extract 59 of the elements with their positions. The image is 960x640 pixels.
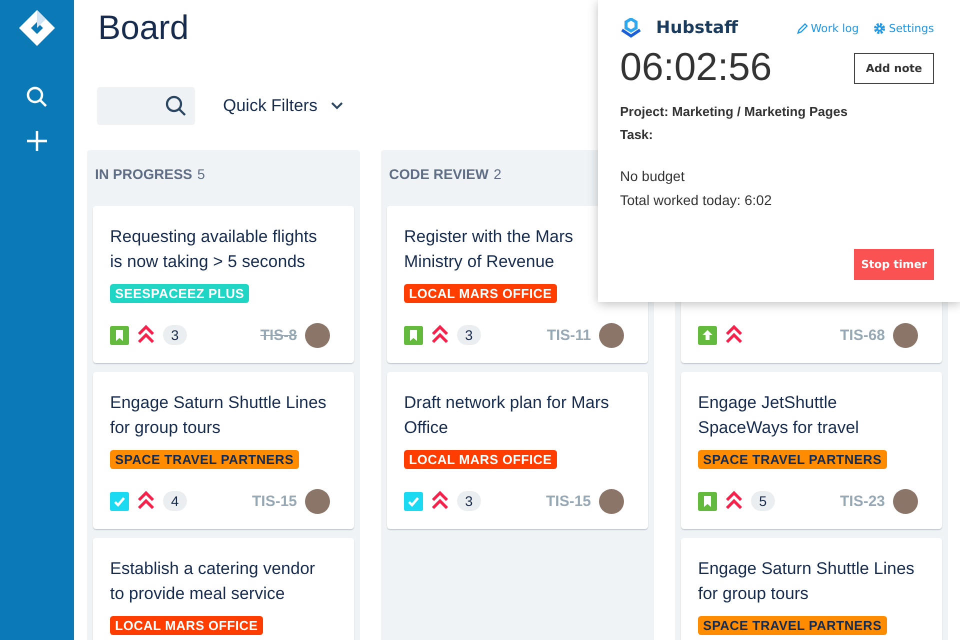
comment-count: 5 (751, 491, 775, 511)
issue-card[interactable]: Engage Saturn Shuttle Lines for group tours SPACE TRAVEL PARTNERS (681, 538, 942, 640)
priority-icon (431, 491, 449, 511)
comment-count: 3 (163, 325, 187, 345)
priority-icon (137, 491, 155, 511)
chevron-down-icon (331, 102, 344, 110)
card-label: SPACE TRAVEL PARTNERS (110, 450, 299, 469)
column-count: 5 (197, 166, 206, 182)
column-title: CODE REVIEW (389, 166, 489, 182)
diamond-logo-icon[interactable] (17, 8, 57, 48)
search-icon (165, 95, 187, 117)
card-label: SPACE TRAVEL PARTNERS (698, 616, 887, 635)
priority-icon (137, 325, 155, 345)
timer-display: 06:02:56 (620, 46, 772, 90)
search-icon[interactable] (26, 86, 48, 108)
issue-card[interactable]: Establish a catering vendor to provide meal service LOCAL MARS OFFICE (93, 538, 354, 640)
priority-icon (725, 325, 743, 345)
card-label: SPACE TRAVEL PARTNERS (698, 450, 887, 469)
budget-text: No budget (620, 168, 686, 184)
card-label: SEESPACEEZ PLUS (110, 284, 250, 303)
column-title: IN PROGRESS (95, 166, 192, 182)
settings-icon (872, 22, 886, 34)
add-note-button[interactable]: Add note (854, 52, 934, 84)
page-title: Board (98, 10, 189, 46)
avatar (305, 322, 330, 348)
card-title: Engage Saturn Shuttle Lines for group tours (110, 392, 328, 439)
project-text: Project: Marketing / Marketing Pages (620, 104, 849, 119)
card-title: Establish a catering vendor to provide meal service (110, 558, 316, 605)
card-label: LOCAL MARS OFFICE (404, 450, 557, 469)
quick-filters-dropdown[interactable]: Quick Filters (223, 96, 344, 116)
avatar (893, 322, 918, 348)
avatar (305, 488, 330, 514)
priority-icon (725, 491, 743, 511)
column-count: 2 (494, 166, 502, 182)
avatar (599, 322, 624, 348)
card-title: Requesting available flights is now taking > 5 seconds (110, 226, 318, 273)
total-worked-text: Total worked today: 6:02 (620, 192, 773, 208)
avatar (893, 488, 918, 514)
comment-count: 3 (457, 491, 481, 511)
card-label: LOCAL MARS OFFICE (110, 616, 263, 635)
comment-count: 4 (163, 491, 187, 511)
card-title: Register with the Mars Ministry of Revenue (404, 226, 574, 273)
issue-card[interactable]: Draft network plan for Mars Office LOCAL MARS OFFICE 3 TIS-15 (387, 372, 648, 529)
card-title: Draft network plan for Mars Office (404, 392, 610, 439)
issue-card[interactable]: Engage JetShuttle SpaceWays for travel SPACE TRAVEL PARTNERS 5 TIS-23 (681, 372, 942, 529)
issue-card[interactable]: Engage Saturn Shuttle Lines for group tours SPACE TRAVEL PARTNERS 4 TIS-15 (93, 372, 354, 529)
plus-icon[interactable] (26, 130, 48, 152)
task-text: Task: (620, 127, 654, 142)
card-title: Engage JetShuttle SpaceWays for travel (698, 392, 860, 439)
priority-icon (431, 325, 449, 345)
card-title: Engage Saturn Shuttle Lines for group tours (698, 558, 916, 605)
avatar (599, 488, 624, 514)
search-field[interactable] (97, 87, 195, 125)
card-label: LOCAL MARS OFFICE (404, 284, 557, 303)
issue-card[interactable]: Requesting available flights is now taking > 5 seconds SEESPACEEZ PLUS 3 TIS-8 (93, 206, 354, 363)
brand-name: Hubstaff (656, 18, 738, 38)
pencil-icon (796, 22, 808, 34)
brand-logo-icon (620, 18, 642, 38)
comment-count: 3 (457, 325, 481, 345)
